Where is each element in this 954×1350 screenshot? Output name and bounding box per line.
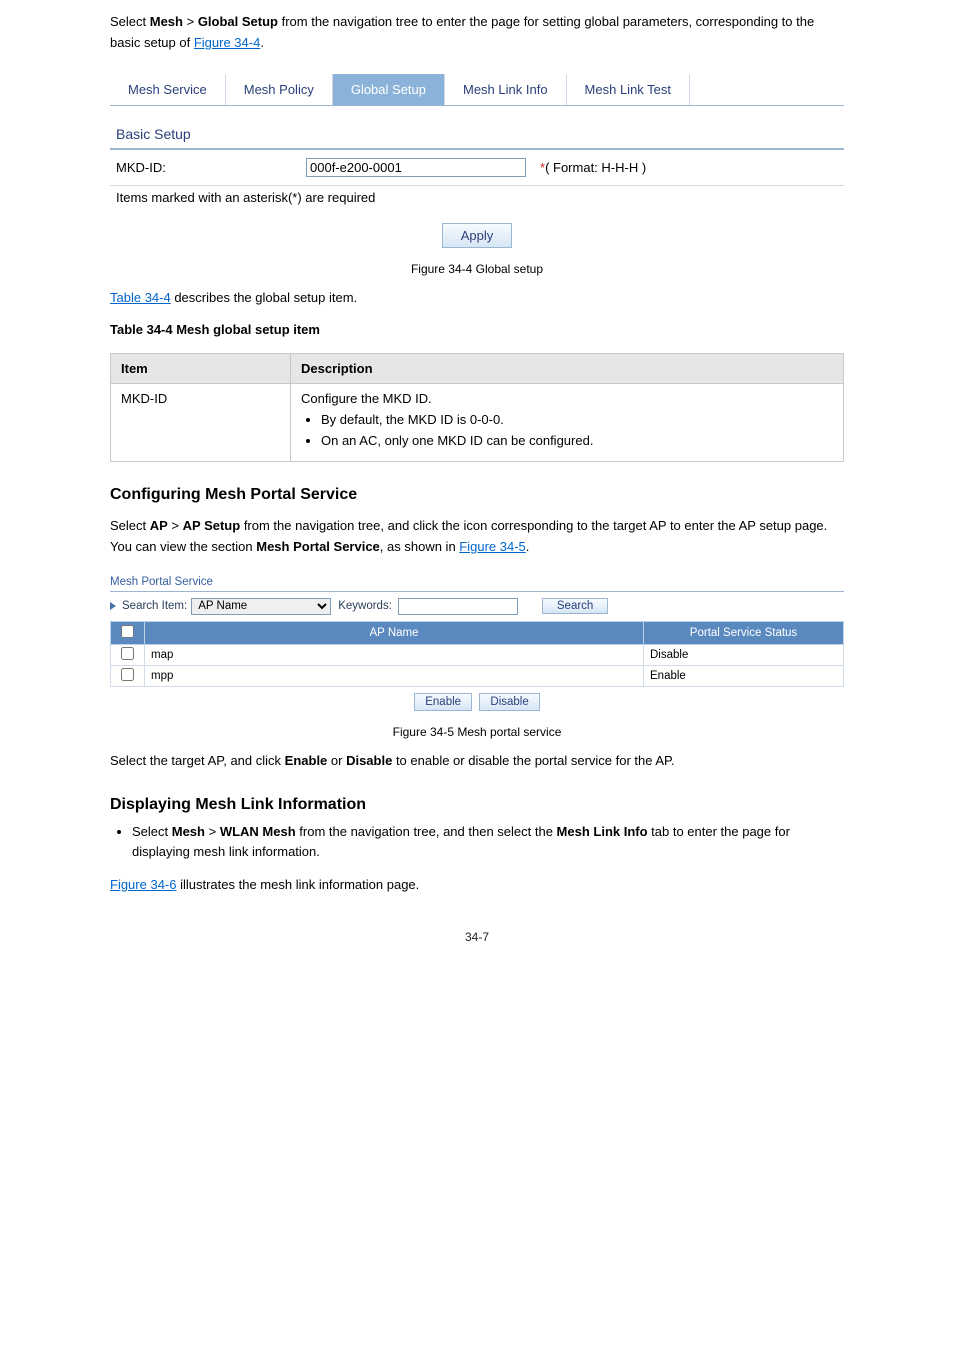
row-checkbox[interactable] [121, 668, 134, 681]
mesh-portal-intro: Select AP > AP Setup from the navigation… [110, 516, 844, 558]
enable-word: Enable [285, 753, 328, 768]
desc-bullet: On an AC, only one MKD ID can be configu… [321, 433, 833, 448]
t: to enable or disable the portal service … [392, 753, 674, 768]
mkd-id-hint: *( Format: H-H-H ) [540, 160, 646, 175]
figure-34-4-caption: Figure 34-4 Global setup [110, 262, 844, 276]
mkd-id-label: MKD-ID: [116, 160, 306, 175]
arrow-right-icon [110, 602, 116, 610]
format-hint: ( Format: H-H-H ) [545, 160, 646, 175]
th-ap-name: AP Name [145, 621, 644, 644]
table-link-34-4[interactable]: Table 34-4 [110, 290, 171, 305]
menu-ap: AP [150, 518, 168, 533]
menu-global-setup: Global Setup [198, 14, 278, 29]
enable-button[interactable]: Enable [414, 693, 472, 711]
th-portal-status: Portal Service Status [644, 621, 844, 644]
global-setup-item-table: Item Description MKD-ID Configure the MK… [110, 353, 844, 462]
t: illustrates the mesh link information pa… [176, 877, 419, 892]
menu-ap-setup: AP Setup [183, 518, 241, 533]
table-intro: Table 34-4 describes the global setup it… [110, 288, 844, 309]
mesh-portal-service-heading: Mesh Portal Service [110, 576, 844, 592]
figure-link-34-4[interactable]: Figure 34-4 [194, 35, 260, 50]
cell-portal-status: Enable [644, 665, 844, 686]
t: Select [132, 824, 172, 839]
disable-button[interactable]: Disable [479, 693, 539, 711]
t: . [260, 35, 264, 50]
search-item-label: Search Item: [122, 600, 187, 612]
cell-item: MKD-ID [111, 384, 291, 462]
cell-ap-name: mpp [145, 665, 644, 686]
doc-list: Select Mesh > WLAN Mesh from the navigat… [132, 822, 844, 864]
t: > [168, 518, 183, 533]
t: > [183, 14, 198, 29]
row-checkbox[interactable] [121, 647, 134, 660]
th-item: Item [111, 354, 291, 384]
t: , as shown in [380, 539, 460, 554]
page-number: 34-7 [40, 930, 914, 944]
cell-portal-status: Disable [644, 644, 844, 665]
search-item-select[interactable]: AP Name [191, 598, 331, 615]
search-row: Search Item: AP Name Keywords: Search [110, 598, 844, 615]
menu-mesh: Mesh [150, 14, 183, 29]
tab-mesh-link-info[interactable]: Mesh Link Info [445, 74, 567, 105]
table-row: map Disable [111, 644, 844, 665]
mkd-id-input[interactable] [306, 158, 526, 177]
ap-table: AP Name Portal Service Status map Disabl… [110, 621, 844, 687]
th-select-all[interactable] [111, 621, 145, 644]
required-note: Items marked with an asterisk(*) are req… [110, 186, 844, 219]
keywords-input[interactable] [398, 598, 518, 615]
after-fig2-p1: Select the target AP, and click Enable o… [110, 751, 844, 772]
select-all-checkbox[interactable] [121, 625, 134, 638]
figure-link-34-5[interactable]: Figure 34-5 [459, 539, 525, 554]
tab-mesh-service[interactable]: Mesh Service [110, 74, 226, 105]
cell-ap-name: map [145, 644, 644, 665]
t: > [205, 824, 220, 839]
th-description: Description [291, 354, 844, 384]
mkd-id-row: MKD-ID: *( Format: H-H-H ) [110, 150, 844, 186]
tab-mesh-policy[interactable]: Mesh Policy [226, 74, 333, 105]
basic-setup-heading: Basic Setup [110, 106, 844, 150]
figure-global-setup: Mesh Service Mesh Policy Global Setup Me… [110, 74, 844, 248]
t: . [526, 539, 530, 554]
menu-wlan-mesh: WLAN Mesh [220, 824, 296, 839]
list-item: Select Mesh > WLAN Mesh from the navigat… [132, 822, 844, 864]
table-row: MKD-ID Configure the MKD ID. By default,… [111, 384, 844, 462]
t: or [327, 753, 346, 768]
desc-line: Configure the MKD ID. [301, 391, 833, 406]
menu-mesh: Mesh [172, 824, 205, 839]
fig3-ref-line: Figure 34-6 illustrates the mesh link in… [110, 875, 844, 896]
cell-description: Configure the MKD ID. By default, the MK… [291, 384, 844, 462]
t: describes the global setup item. [171, 290, 357, 305]
search-button[interactable]: Search [542, 598, 608, 614]
figure-mesh-portal-service: Mesh Portal Service Search Item: AP Name… [110, 576, 844, 711]
desc-bullet: By default, the MKD ID is 0-0-0. [321, 412, 833, 427]
tab-global-setup[interactable]: Global Setup [333, 74, 445, 105]
table-34-4-caption: Table 34-4 Mesh global setup item [110, 320, 844, 341]
t: Select [110, 14, 150, 29]
disable-word: Disable [346, 753, 392, 768]
t: Select the target AP, and click [110, 753, 285, 768]
figure-link-34-6[interactable]: Figure 34-6 [110, 877, 176, 892]
heading-display-mesh-link: Displaying Mesh Link Information [110, 796, 844, 814]
tabs: Mesh Service Mesh Policy Global Setup Me… [110, 74, 844, 106]
heading-mesh-portal-service: Configuring Mesh Portal Service [110, 486, 844, 504]
figure-34-5-caption: Figure 34-5 Mesh portal service [110, 725, 844, 739]
t: from the navigation tree, and then selec… [296, 824, 557, 839]
tab-name-mesh-link-info: Mesh Link Info [557, 824, 648, 839]
keywords-label: Keywords: [338, 600, 392, 612]
t: Select [110, 518, 150, 533]
section-name: Mesh Portal Service [256, 539, 380, 554]
table-row: mpp Enable [111, 665, 844, 686]
intro-1: Select Mesh > Global Setup from the navi… [110, 12, 844, 54]
tab-mesh-link-test[interactable]: Mesh Link Test [567, 74, 690, 105]
apply-button[interactable]: Apply [442, 223, 513, 248]
